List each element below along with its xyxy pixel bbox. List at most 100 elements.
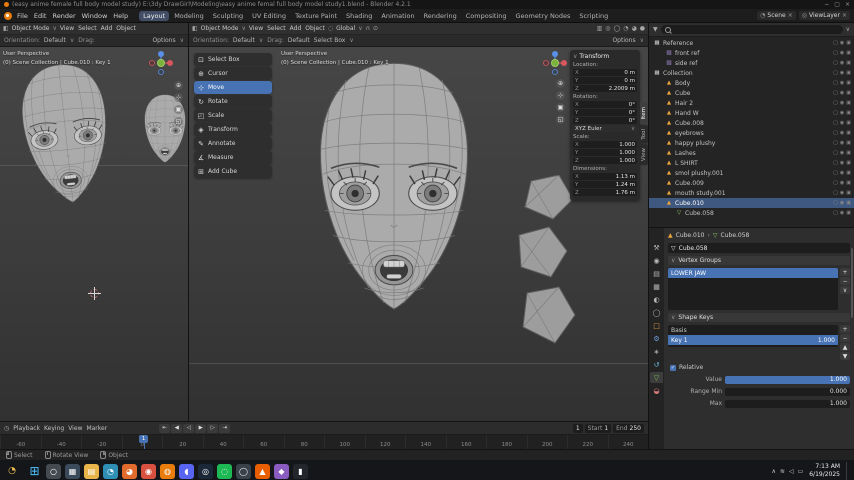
render-toggle-icon[interactable]: ▣ xyxy=(846,120,851,126)
hide-toggle-icon[interactable]: ◉ xyxy=(840,110,844,116)
jump-to-end-button[interactable]: ⇥ xyxy=(219,424,230,433)
render-toggle-icon[interactable]: ▣ xyxy=(846,90,851,96)
add-vertex-group-button[interactable]: + xyxy=(840,268,850,276)
xray-toggle-icon[interactable]: ▥ xyxy=(597,25,603,32)
outliner-row[interactable]: ▲ mouth study.001 ▢ ◉ ▣ xyxy=(649,188,854,198)
tool-button[interactable]: ⊞ Add Cube xyxy=(194,165,272,178)
particles-tab[interactable]: ∗ xyxy=(650,346,663,357)
drag-mode-dropdown[interactable]: Default xyxy=(288,37,310,44)
select-toggle-icon[interactable]: ▢ xyxy=(833,60,838,66)
blender-app[interactable]: ◍ xyxy=(160,464,175,479)
breadcrumb-object[interactable]: Cube.010 xyxy=(676,232,705,239)
menu-item[interactable]: File xyxy=(14,11,31,21)
scale-field[interactable]: X1.000 xyxy=(573,141,637,148)
krita-app[interactable]: ◆ xyxy=(274,464,289,479)
tool-button[interactable]: ◰ Scale xyxy=(194,109,272,122)
vertex-groups-section[interactable]: ∨ Vertex Groups xyxy=(668,256,850,265)
orientation-dropdown[interactable]: Default xyxy=(44,37,66,44)
range-max-field[interactable]: 1.000 xyxy=(725,400,850,408)
shape-keys-section[interactable]: ∨ Shape Keys xyxy=(668,313,850,322)
jump-to-start-button[interactable]: ⇤ xyxy=(159,424,170,433)
select-toggle-icon[interactable]: ▢ xyxy=(833,70,838,76)
editor-type-icon[interactable]: ◧ xyxy=(192,25,198,32)
zoom-icon[interactable]: ⊕ xyxy=(556,79,565,88)
rotation-mode-dropdown[interactable]: XYZ Euler ∨ xyxy=(573,125,637,132)
view-layer-tab[interactable]: ▦ xyxy=(650,281,663,292)
workspace-tab[interactable]: Shading xyxy=(342,11,376,21)
frame-start-field[interactable]: Start1 xyxy=(585,424,612,433)
show-desktop-button[interactable] xyxy=(846,462,850,480)
timeline-ruler[interactable]: -60-40-200204060801001201401601802002202… xyxy=(0,435,648,449)
play-button[interactable]: ▶ xyxy=(195,424,206,433)
prev-keyframe-button[interactable]: ◀ xyxy=(171,424,182,433)
outliner-row[interactable]: ▦ Reference ▢ ◉ ▣ xyxy=(649,38,854,48)
workspace-tab[interactable]: Texture Paint xyxy=(291,11,341,21)
navigation-gizmo[interactable] xyxy=(148,50,174,76)
select-toggle-icon[interactable]: ▢ xyxy=(833,150,838,156)
select-toggle-icon[interactable]: ▢ xyxy=(833,130,838,136)
camera-view-icon[interactable]: ▣ xyxy=(556,103,565,112)
outliner-row[interactable]: ▨ side ref ▢ ◉ ▣ xyxy=(649,58,854,68)
workspace-tab[interactable]: Compositing xyxy=(462,11,511,21)
workspace-tab[interactable]: Geometry Nodes xyxy=(512,11,575,21)
discord-app[interactable]: ◖ xyxy=(179,464,194,479)
taskbar-clock[interactable]: 7:13 AM 6/19/2025 xyxy=(809,463,840,479)
workspace-tab[interactable]: Scripting xyxy=(575,11,612,21)
remove-vertex-group-button[interactable]: − xyxy=(840,277,850,285)
select-box-dropdown[interactable]: Select Box xyxy=(314,37,346,44)
tool-button[interactable]: ⊕ Cursor xyxy=(194,67,272,80)
remove-shape-key-button[interactable]: − xyxy=(840,334,850,342)
outliner-row[interactable]: ▨ front ref ▢ ◉ ▣ xyxy=(649,48,854,58)
close-button[interactable]: × xyxy=(845,1,850,8)
proportional-edit-icon[interactable]: ⊙ xyxy=(373,25,378,32)
hide-toggle-icon[interactable]: ◉ xyxy=(840,210,844,216)
physics-tab[interactable]: ↺ xyxy=(650,359,663,370)
select-toggle-icon[interactable]: ▢ xyxy=(833,100,838,106)
hide-toggle-icon[interactable]: ◉ xyxy=(840,40,844,46)
sidebar-tab[interactable]: Item xyxy=(640,103,648,124)
scene-tab[interactable]: ◐ xyxy=(650,294,663,305)
output-tab[interactable]: ▤ xyxy=(650,268,663,279)
render-toggle-icon[interactable]: ▣ xyxy=(846,130,851,136)
vertex-group-specials-button[interactable]: ∨ xyxy=(840,286,850,294)
timeline-menu-item[interactable]: Playback xyxy=(13,425,40,432)
minimize-button[interactable]: − xyxy=(824,1,829,8)
outliner-row[interactable]: ▲ Cube.010 ▢ ◉ ▣ xyxy=(649,198,854,208)
mesh-name-field[interactable]: ▽ Cube.058 xyxy=(668,243,850,253)
select-toggle-icon[interactable]: ▢ xyxy=(833,110,838,116)
render-toggle-icon[interactable]: ▣ xyxy=(846,50,851,56)
select-toggle-icon[interactable]: ▢ xyxy=(833,120,838,126)
select-toggle-icon[interactable]: ▢ xyxy=(833,210,838,216)
play-reverse-button[interactable]: ◁ xyxy=(183,424,194,433)
render-toggle-icon[interactable]: ▣ xyxy=(846,80,851,86)
hide-toggle-icon[interactable]: ◉ xyxy=(840,50,844,56)
viewport-menu-item[interactable]: View xyxy=(60,25,74,32)
outliner-row[interactable]: ▲ Cube ▢ ◉ ▣ xyxy=(649,88,854,98)
current-frame-field[interactable]: 1 xyxy=(573,424,583,433)
chevron-down-icon[interactable]: ∨ xyxy=(573,53,577,60)
viewport-menu-item[interactable]: Add xyxy=(101,25,113,32)
menu-item[interactable]: Help xyxy=(110,11,131,21)
shape-key-row[interactable]: Key 11.000 xyxy=(668,335,838,345)
tray-chevron-icon[interactable]: ∧ xyxy=(772,468,776,475)
timeline-menu-item[interactable]: Marker xyxy=(86,425,107,432)
outliner-row[interactable]: ▦ Collection ▢ ◉ ▣ xyxy=(649,68,854,78)
options-dropdown[interactable]: Options xyxy=(152,37,175,44)
frame-end-field[interactable]: End250 xyxy=(613,424,644,433)
render-toggle-icon[interactable]: ▣ xyxy=(846,60,851,66)
select-toggle-icon[interactable]: ▢ xyxy=(833,180,838,186)
edge-app[interactable]: ◔ xyxy=(103,464,118,479)
shading-solid-icon[interactable]: ◔ xyxy=(623,25,628,32)
outliner-row[interactable]: ▲ Hair 2 ▢ ◉ ▣ xyxy=(649,98,854,108)
camera-view-icon[interactable]: ▣ xyxy=(174,105,183,114)
navigation-gizmo[interactable] xyxy=(542,50,568,76)
hide-toggle-icon[interactable]: ◉ xyxy=(840,170,844,176)
tool-button[interactable]: ◈ Transform xyxy=(194,123,272,136)
viewport-menu-item[interactable]: View xyxy=(249,25,263,32)
object-data-tab[interactable]: ▽ xyxy=(650,372,663,383)
sidebar-tab[interactable]: View xyxy=(640,144,648,165)
viewport-menu-item[interactable]: Object xyxy=(305,25,325,32)
viewport-left-canvas[interactable]: User Perspective (0) Scene Collection | … xyxy=(0,47,188,421)
rotation-field[interactable]: X0° xyxy=(573,101,637,108)
firefox-app[interactable]: ◕ xyxy=(122,464,137,479)
